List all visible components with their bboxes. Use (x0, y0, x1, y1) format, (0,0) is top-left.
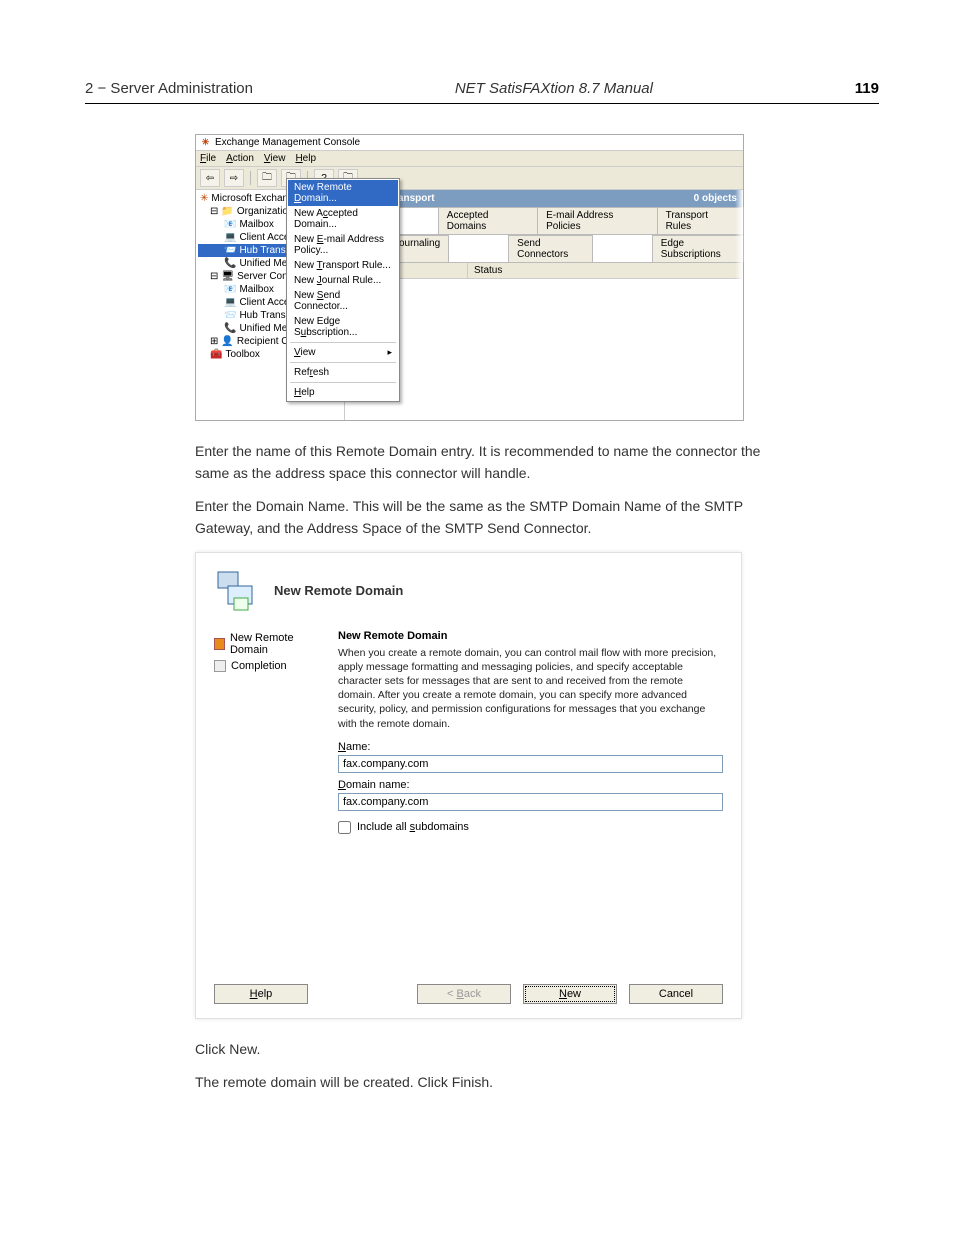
wizard-title: New Remote Domain (274, 583, 403, 598)
column-status[interactable]: Status (468, 263, 743, 278)
tab-accepted-domains[interactable]: Accepted Domains (438, 207, 538, 234)
menu-file[interactable]: File (200, 153, 216, 164)
exchange-icon: ✳ (200, 193, 208, 204)
tab-edge-subscriptions[interactable]: Edge Subscriptions (652, 235, 744, 262)
include-subdomains-label: Include all subdomains (357, 821, 469, 833)
instruction-paragraph: Click New. (195, 1039, 769, 1061)
wizard-header: New Remote Domain (196, 553, 741, 622)
instruction-paragraph: Enter the Domain Name. This will be the … (195, 496, 769, 539)
ctx-new-email-policy[interactable]: New E-mail Address Policy... (288, 232, 398, 258)
ctx-new-transport-rule[interactable]: New Transport Rule... (288, 258, 398, 273)
object-count: 0 objects (694, 193, 737, 204)
menu-view[interactable]: View (264, 153, 286, 164)
ctx-new-send-connector[interactable]: New Send Connector... (288, 288, 398, 314)
toolbar-icon[interactable]: 🗀 (257, 169, 277, 187)
menubar[interactable]: File Action View Help (196, 151, 743, 167)
header-center: NET SatisFAXtion 8.7 Manual (455, 80, 653, 97)
um-icon: 📞 (224, 258, 236, 269)
instruction-paragraph: The remote domain will be created. Click… (195, 1072, 769, 1094)
content-pane: 📨 Hub Transport 0 objects Remote Domains… (345, 190, 743, 420)
ctx-view[interactable]: View (288, 345, 398, 360)
nav-back-icon[interactable]: ⇦ (200, 169, 220, 187)
recipient-icon: 👤 (221, 336, 233, 347)
exchange-console-screenshot: ✳ Exchange Management Console File Actio… (195, 134, 744, 421)
ctx-new-journal-rule[interactable]: New Journal Rule... (288, 273, 398, 288)
wizard-steps: New Remote Domain Completion (214, 630, 324, 834)
ctx-new-remote-domain[interactable]: New Remote Domain... (288, 180, 398, 206)
domain-input[interactable] (338, 793, 723, 811)
toolbox-icon: 🧰 (210, 349, 222, 360)
list-header: Na... Status (345, 262, 743, 279)
expand-icon[interactable]: ⊟ (210, 206, 218, 217)
tab-send-connectors[interactable]: Send Connectors (508, 235, 593, 262)
mailbox-icon: 📧 (224, 284, 236, 295)
folder-icon: 📁 (221, 206, 233, 217)
tabs-row-2: Journaling Send Connectors Edge Subscrip… (345, 234, 743, 262)
header-left: 2 − Server Administration (85, 80, 253, 97)
hub-icon: 📨 (224, 310, 236, 321)
separator (290, 362, 396, 363)
menu-help[interactable]: Help (295, 153, 316, 164)
ctx-new-accepted-domain[interactable]: New Accepted Domain... (288, 206, 398, 232)
separator (290, 342, 396, 343)
mailbox-icon: 📧 (224, 219, 236, 230)
instruction-paragraph: Enter the name of this Remote Domain ent… (195, 441, 769, 484)
fade (735, 190, 743, 420)
content-header: 📨 Hub Transport 0 objects (345, 190, 743, 207)
server-icon: 🖥 (221, 271, 234, 282)
tabs-row-1: Remote Domains Accepted Domains E-mail A… (345, 207, 743, 234)
exchange-icon: ✳ (200, 137, 211, 148)
step-bullet-active-icon (214, 638, 225, 650)
step-new-remote-domain: New Remote Domain (214, 630, 324, 658)
context-menu: New Remote Domain... New Accepted Domain… (286, 178, 400, 402)
separator (290, 382, 396, 383)
expand-icon[interactable]: ⊟ (210, 271, 218, 282)
include-subdomains-row[interactable]: Include all subdomains (338, 821, 723, 834)
cancel-button[interactable]: Cancel (629, 984, 723, 1004)
window-title: Exchange Management Console (215, 137, 360, 148)
wizard-icon (214, 568, 260, 614)
tab-email-policies[interactable]: E-mail Address Policies (537, 207, 657, 234)
tab-transport-rules[interactable]: Transport Rules (657, 207, 744, 234)
wizard-form: New Remote Domain When you create a remo… (338, 630, 723, 834)
nav-forward-icon[interactable]: ⇨ (224, 169, 244, 187)
page-header: 2 − Server Administration NET SatisFAXti… (85, 80, 879, 104)
new-remote-domain-wizard: New Remote Domain New Remote Domain Comp… (195, 552, 742, 1019)
ctx-help[interactable]: Help (288, 385, 398, 400)
form-section-title: New Remote Domain (338, 630, 723, 642)
expand-icon[interactable]: ⊞ (210, 336, 218, 347)
form-description: When you create a remote domain, you can… (338, 646, 723, 731)
include-subdomains-checkbox[interactable] (338, 821, 351, 834)
help-button[interactable]: Help (214, 984, 308, 1004)
wizard-footer: Help < Back New Cancel (196, 974, 741, 1018)
name-label: Name: (338, 741, 723, 753)
ctx-refresh[interactable]: Refresh (288, 365, 398, 380)
ctx-new-edge-subscription[interactable]: New Edge Subscription... (288, 314, 398, 340)
client-icon: 💻 (224, 297, 236, 308)
client-icon: 💻 (224, 232, 236, 243)
hub-icon: 📨 (224, 245, 236, 256)
separator (250, 171, 251, 185)
new-button[interactable]: New (523, 984, 617, 1004)
menu-action[interactable]: Action (226, 153, 254, 164)
step-completion: Completion (214, 658, 324, 674)
step-bullet-icon (214, 660, 226, 672)
back-button[interactable]: < Back (417, 984, 511, 1004)
window-titlebar: ✳ Exchange Management Console (196, 135, 743, 151)
name-input[interactable] (338, 755, 723, 773)
toolbar: ⇦ ⇨ 🗀 🗀 ? 🗀 (196, 167, 743, 190)
um-icon: 📞 (224, 323, 236, 334)
header-page-number: 119 (855, 80, 879, 97)
domain-label: Domain name: (338, 779, 723, 791)
